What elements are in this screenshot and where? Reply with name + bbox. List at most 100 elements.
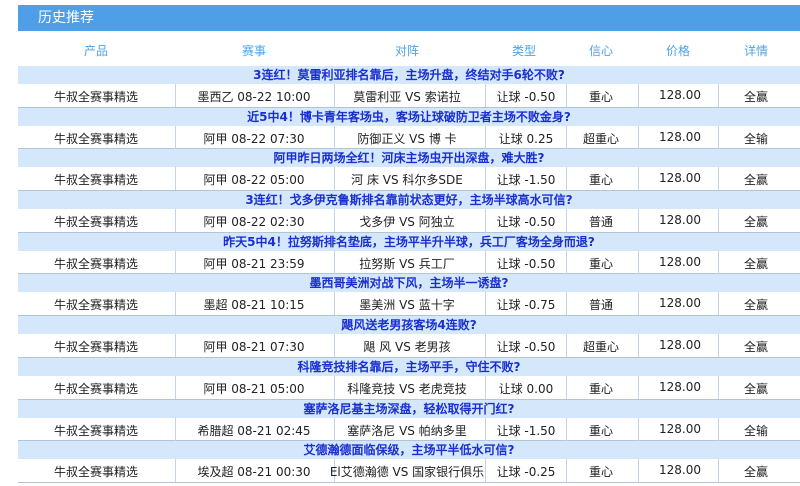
match-cell: 塞萨洛尼 VS 帕纳多里 [347,423,467,438]
recommendation-title-link[interactable]: 近5中4！博卡青年客场虫，客场让球破防卫者主场不败金身? [18,107,800,126]
column-divider [485,209,486,233]
table-row: 牛叔全赛事精选 阿甲 08-22 02:30 戈多伊 VS 阿独立 让球 -0.… [18,209,800,233]
recommendation-title-link[interactable]: 塞萨洛尼基主场深盘，轻松取得开门红? [18,399,800,418]
detail-cell[interactable]: 全赢 [744,88,768,105]
event-cell: 阿甲 08-22 05:00 [203,173,305,188]
column-divider [175,334,176,358]
column-divider [485,334,486,358]
event-cell: 墨西乙 08-22 10:00 [197,90,311,104]
recommendation-title-link[interactable]: 墨西哥美洲对战下风，主场半一诱盘? [18,274,800,293]
column-header-product: 产品 [83,44,109,58]
product-cell: 牛叔全赛事精选 [53,90,139,104]
list-item: 近5中4！博卡青年客场虫，客场让球破防卫者主场不败金身? 牛叔全赛事精选 阿甲 … [18,107,800,150]
column-divider [566,250,567,274]
list-item: 3连红！戈多伊克鲁斯排名靠前状态更好，主场半球高水可信? 牛叔全赛事精选 阿甲 … [18,191,800,233]
list-item: 塞萨洛尼基主场深盘，轻松取得开门红? 牛叔全赛事精选 希腊超 08-21 02:… [18,399,800,442]
recommendation-title-link[interactable]: 阿甲昨日两场全红！河床主场虫开出深盘，难大胜? [18,149,800,168]
product-cell: 牛叔全赛事精选 [53,131,139,146]
column-divider [485,417,486,441]
price-cell: 128.00 [659,213,701,228]
confidence-cell: 重心 [588,173,614,188]
table-row: 牛叔全赛事精选 阿甲 08-22 07:30 防御正义 VS 博 卡 让球 0.… [18,125,800,150]
product-cell: 牛叔全赛事精选 [53,423,139,438]
column-divider [485,459,486,483]
price-cell: 128.00 [659,296,701,311]
column-divider [175,250,176,274]
table-header: 产品 赛事 对阵 类型 信心 价格 详情 [18,36,800,64]
detail-cell[interactable]: 全赢 [744,380,768,397]
type-cell: 让球 0.00 [498,381,554,396]
table-row: 牛叔全赛事精选 墨超 08-21 10:15 墨美洲 VS 蓝十字 让球 -0.… [18,292,800,317]
type-cell: 让球 -1.50 [496,423,556,438]
list-item: 阿甲昨日两场全红！河床主场虫开出深盘，难大胜? 牛叔全赛事精选 阿甲 08-22… [18,149,800,192]
event-cell: 阿甲 08-21 05:00 [203,381,305,396]
recommendation-title-link[interactable]: 科隆竞技排名靠后，主场平手，守住不败? [18,357,800,376]
list-item: 飓风送老男孩客场4连败? 牛叔全赛事精选 阿甲 08-21 07:30 飓 风 … [18,316,800,358]
column-divider [485,375,486,399]
column-divider [638,250,639,274]
column-divider [334,125,335,149]
table-row: 牛叔全赛事精选 阿甲 08-22 05:00 河 床 VS 科尔多SDE 让球 … [18,167,800,192]
match-cell: 飓 风 VS 老男孩 [363,340,451,355]
column-divider [334,334,335,358]
recommendation-title-link[interactable]: 艾德瀚德面临保级，主场平半低水可信? [18,441,800,460]
list-item: 3连红！莫雷利亚排名靠后，主场升盘，终结对手6轮不败? 牛叔全赛事精选 墨西乙 … [18,66,800,108]
column-divider [334,375,335,399]
recommendation-title-link[interactable]: 3连红！莫雷利亚排名靠后，主场升盘，终结对手6轮不败? [18,66,800,84]
recommendation-title-link[interactable]: 昨天5中4！拉努斯排名垫底，主场平半升半球，兵工厂客场全身而退? [18,232,800,251]
price-cell: 128.00 [659,88,701,102]
column-divider [566,84,567,107]
event-cell: 希腊超 08-21 02:45 [197,423,311,438]
column-divider [718,84,719,107]
match-cell: 防御正义 VS 博 卡 [357,131,457,146]
type-cell: 让球 -1.50 [496,173,556,188]
detail-cell[interactable]: 全赢 [744,213,768,230]
detail-cell[interactable]: 全赢 [744,338,768,355]
confidence-cell: 重心 [588,90,614,104]
event-cell: 阿甲 08-21 23:59 [203,256,305,271]
column-divider [334,167,335,191]
panel-header: 历史推荐 [18,5,800,31]
column-divider [718,459,719,483]
recommendation-title-link[interactable]: 3连红！戈多伊克鲁斯排名靠前状态更好，主场半球高水可信? [18,191,800,210]
detail-cell[interactable]: 全赢 [744,463,768,480]
column-divider [175,125,176,149]
detail-cell[interactable]: 全输 [744,422,768,439]
event-cell: 墨超 08-21 10:15 [203,298,305,313]
column-divider [566,292,567,316]
column-divider [638,84,639,107]
column-divider [566,209,567,233]
confidence-cell: 重心 [588,423,614,438]
type-cell: 让球 -0.50 [496,90,556,104]
detail-cell[interactable]: 全赢 [744,171,768,188]
column-divider [175,84,176,107]
confidence-cell: 超重心 [582,340,620,355]
table-row: 牛叔全赛事精选 阿甲 08-21 07:30 飓 风 VS 老男孩 让球 -0.… [18,334,800,358]
column-divider [175,375,176,399]
product-cell: 牛叔全赛事精选 [53,381,139,396]
detail-cell[interactable]: 全输 [744,130,768,147]
column-divider [566,375,567,399]
detail-cell[interactable]: 全赢 [744,255,768,272]
match-cell: 拉努斯 VS 兵工厂 [359,256,455,271]
confidence-cell: 重心 [588,256,614,271]
price-cell: 128.00 [659,463,701,478]
recommendation-list: 3连红！莫雷利亚排名靠后，主场升盘，终结对手6轮不败? 牛叔全赛事精选 墨西乙 … [18,66,800,483]
confidence-cell: 超重心 [582,131,620,146]
detail-cell[interactable]: 全赢 [744,296,768,313]
recommendation-title-link[interactable]: 飓风送老男孩客场4连败? [18,316,800,335]
column-divider [485,125,486,149]
list-item: 艾德瀚德面临保级，主场平半低水可信? 牛叔全赛事精选 埃及超 08-21 00:… [18,441,800,483]
product-cell: 牛叔全赛事精选 [53,256,139,271]
column-divider [566,459,567,483]
column-header-detail: 详情 [743,44,769,58]
column-divider [566,417,567,441]
price-cell: 128.00 [659,254,701,269]
column-divider [718,417,719,441]
price-cell: 128.00 [659,129,701,144]
price-cell: 128.00 [659,421,701,436]
column-header-confidence: 信心 [588,44,614,58]
column-divider [485,292,486,316]
column-divider [718,375,719,399]
product-cell: 牛叔全赛事精选 [53,173,139,188]
